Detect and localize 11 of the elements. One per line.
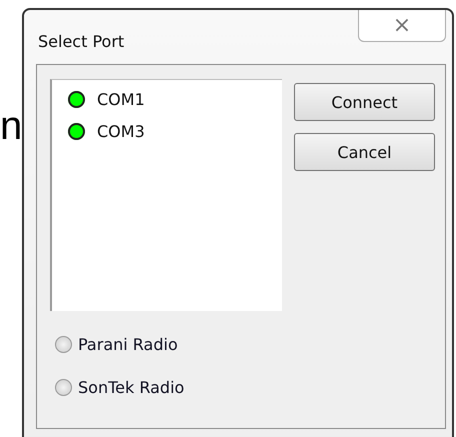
- window-title: Select Port: [38, 32, 124, 51]
- cancel-button[interactable]: Cancel: [294, 133, 435, 171]
- background-letter: n: [0, 104, 22, 148]
- radio-label[interactable]: SonTek Radio: [78, 378, 184, 397]
- radio-label[interactable]: Parani Radio: [78, 335, 178, 354]
- port-name[interactable]: COM1: [97, 90, 145, 109]
- connect-button[interactable]: Connect: [294, 83, 435, 121]
- port-name[interactable]: COM3: [97, 122, 145, 141]
- close-button[interactable]: ×: [358, 10, 446, 42]
- radio-button[interactable]: [55, 336, 72, 353]
- radio-button[interactable]: [55, 379, 72, 396]
